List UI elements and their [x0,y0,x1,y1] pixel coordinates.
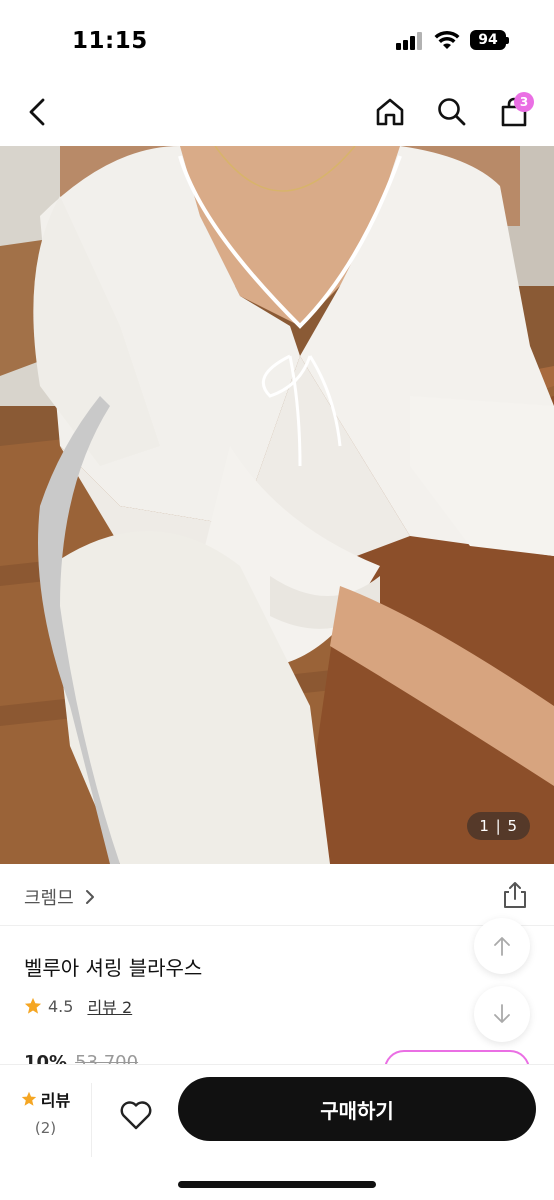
review-tab[interactable]: 리뷰 (2) [0,1083,92,1157]
scroll-up-button[interactable] [474,918,530,974]
chevron-left-icon [29,98,45,126]
brand-name: 크렘므 [24,888,74,909]
top-nav: 3 [0,80,554,146]
product-name: 벨루아 셔링 블라우스 [24,956,203,980]
arrow-up-icon [494,937,510,956]
battery-indicator: 94 [470,30,506,50]
home-icon [376,98,404,126]
share-button[interactable] [500,880,530,910]
product-info: 크렘므 벨루아 셔링 블라우스 4.5 리뷰 2 10% 53,700 [0,864,554,1090]
rating-row: 4.5 리뷰 2 [24,994,132,1018]
search-button[interactable] [430,90,474,134]
brand-link[interactable]: 크렘므 [24,884,96,910]
cart-button[interactable]: 3 [492,90,536,134]
home-button[interactable] [368,90,412,134]
buy-button[interactable]: 구매하기 [178,1077,536,1141]
back-button[interactable] [16,90,60,134]
bottom-action-bar: 리뷰 (2) 구매하기 [0,1064,554,1200]
chevron-right-icon [85,890,94,904]
search-icon [438,98,466,126]
cart-count-badge: 3 [514,92,534,112]
share-icon [504,882,526,908]
review-tab-label: 리뷰 [40,1091,71,1110]
heart-icon [120,1101,152,1130]
product-photo [0,146,554,864]
star-icon [24,997,42,1014]
star-icon [21,1091,36,1106]
review-tab-count: (2) [34,1119,57,1137]
signal-icon [396,32,424,50]
wishlist-button[interactable] [110,1089,162,1141]
brand-row: 크렘므 [0,864,554,926]
status-time: 11:15 [72,28,148,54]
status-bar: 11:15 94 [0,0,554,80]
rating-value: 4.5 [48,996,74,1016]
home-indicator [178,1181,376,1188]
arrow-down-icon [494,1004,510,1023]
review-link[interactable]: 리뷰 2 [87,994,132,1018]
image-counter: 1 | 5 [467,812,530,840]
wifi-icon [434,30,460,49]
product-image-carousel[interactable]: 1 | 5 [0,146,554,864]
scroll-down-button[interactable] [474,986,530,1042]
battery-tip [506,37,509,44]
